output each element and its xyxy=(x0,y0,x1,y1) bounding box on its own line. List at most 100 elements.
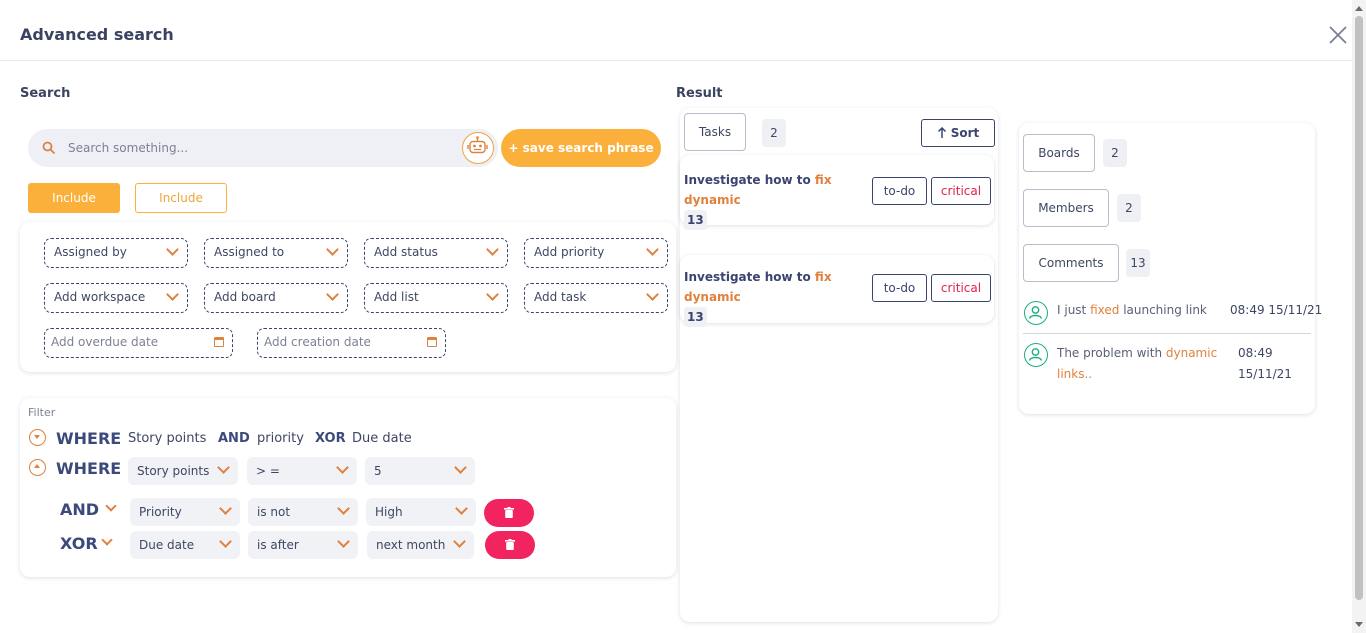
tasks-tab[interactable]: Tasks xyxy=(684,113,746,151)
and-keyword[interactable]: AND xyxy=(60,500,99,519)
add-workspace-dropdown[interactable]: Add workspace xyxy=(44,283,188,313)
task-title[interactable]: Investigate how to fix dynamic 13 xyxy=(684,170,869,230)
delete-xor-condition-button[interactable] xyxy=(485,531,535,559)
task-highlight-1: fix xyxy=(814,173,832,187)
add-status-label: Add status xyxy=(374,245,438,259)
summary-field-1: Story points xyxy=(128,431,207,446)
comment-text[interactable]: I just fixed launching link xyxy=(1057,300,1207,321)
vertical-scrollbar[interactable] xyxy=(1352,0,1366,633)
calendar-icon[interactable] xyxy=(427,337,437,347)
dialog-header: Advanced search xyxy=(0,0,1352,61)
where-field-value: Story points xyxy=(137,464,210,478)
close-icon[interactable] xyxy=(1327,24,1349,46)
task-priority-tag[interactable]: critical xyxy=(931,274,991,302)
scroll-thumb[interactable] xyxy=(1355,16,1363,600)
task-highlight-1: fix xyxy=(814,270,832,284)
summary-op-xor: XOR xyxy=(315,431,346,446)
comment-text-end: launching link xyxy=(1119,303,1207,317)
where-operator-value: > = xyxy=(256,464,280,478)
chevron-down-icon xyxy=(166,243,179,256)
chevron-down-icon xyxy=(337,502,350,515)
sort-button[interactable]: Sort xyxy=(921,119,995,147)
search-bar[interactable] xyxy=(28,129,498,167)
summary-field-3: Due date xyxy=(352,431,412,446)
boards-tab[interactable]: Boards xyxy=(1023,134,1095,172)
calendar-icon[interactable] xyxy=(214,337,224,347)
and-operator-value: is not xyxy=(257,505,291,519)
filter-label: Filter xyxy=(28,406,56,419)
xor-value: next month xyxy=(376,538,446,552)
chevron-down-icon xyxy=(337,535,350,548)
scroll-down-icon[interactable] xyxy=(1355,622,1363,627)
chevron-down-icon xyxy=(336,461,349,474)
where-value-select[interactable]: 5 xyxy=(365,457,475,485)
assigned-by-dropdown[interactable]: Assigned by xyxy=(44,238,188,268)
boards-count: 2 xyxy=(1103,139,1127,167)
add-priority-dropdown[interactable]: Add priority xyxy=(524,238,668,268)
creation-date-placeholder: Add creation date xyxy=(264,335,371,349)
where-field-select[interactable]: Story points xyxy=(128,457,238,485)
chevron-down-icon xyxy=(455,502,468,515)
add-task-dropdown[interactable]: Add task xyxy=(524,283,668,313)
and-value-select[interactable]: High xyxy=(366,498,476,526)
chevron-down-icon xyxy=(646,288,659,301)
xor-value-select[interactable]: next month xyxy=(367,531,474,559)
include-button-active[interactable]: Include xyxy=(28,183,120,213)
comment-text[interactable]: The problem with dynamic links.. xyxy=(1057,343,1227,385)
add-status-dropdown[interactable]: Add status xyxy=(364,238,508,268)
chevron-down-icon xyxy=(326,288,339,301)
robot-assistant-button[interactable] xyxy=(462,132,494,164)
chevron-down-icon xyxy=(486,288,499,301)
xor-field-select[interactable]: Due date xyxy=(130,531,240,559)
add-list-label: Add list xyxy=(374,290,419,304)
search-section-label: Search xyxy=(20,86,71,101)
comments-tab[interactable]: Comments xyxy=(1023,244,1119,282)
creation-date-input[interactable]: Add creation date xyxy=(257,328,446,358)
user-icon xyxy=(1024,343,1048,367)
chevron-down-icon xyxy=(486,243,499,256)
add-list-dropdown[interactable]: Add list xyxy=(364,283,508,313)
and-field-value: Priority xyxy=(139,505,182,519)
dialog-title: Advanced search xyxy=(20,25,174,44)
task-number: 13 xyxy=(684,307,707,327)
caret-up-icon xyxy=(33,464,40,468)
overdue-date-input[interactable]: Add overdue date xyxy=(44,328,233,358)
xor-operator-select[interactable]: is after xyxy=(248,531,358,559)
trash-icon xyxy=(504,507,514,518)
chevron-down-icon xyxy=(326,243,339,256)
chevron-down-icon xyxy=(454,461,467,474)
comment-timestamp: 08:49 15/11/21 xyxy=(1238,343,1292,385)
task-number: 13 xyxy=(684,210,707,230)
assigned-to-label: Assigned to xyxy=(214,245,285,259)
scroll-up-icon[interactable] xyxy=(1355,6,1363,11)
search-icon xyxy=(42,141,56,155)
search-input[interactable] xyxy=(68,138,448,158)
comment-text-start: I just xyxy=(1057,303,1091,317)
and-operator-select[interactable]: is not xyxy=(248,498,358,526)
include-button-outline[interactable]: Include xyxy=(135,183,227,213)
task-priority-tag[interactable]: critical xyxy=(931,177,991,205)
xor-keyword[interactable]: XOR xyxy=(60,534,98,553)
task-highlight-2: dynamic xyxy=(684,290,741,304)
comment-divider xyxy=(1023,333,1311,334)
chevron-down-icon xyxy=(219,535,232,548)
members-tab[interactable]: Members xyxy=(1023,189,1109,227)
task-title[interactable]: Investigate how to fix dynamic 13 xyxy=(684,267,869,327)
overdue-date-placeholder: Add overdue date xyxy=(51,335,159,349)
robot-icon xyxy=(467,136,488,154)
chevron-down-icon xyxy=(646,243,659,256)
expand-toggle[interactable] xyxy=(29,459,46,476)
assigned-by-label: Assigned by xyxy=(54,245,127,259)
comment-highlight: dynamic xyxy=(1165,346,1218,360)
where-operator-select[interactable]: > = xyxy=(247,457,357,485)
collapse-toggle[interactable] xyxy=(29,429,46,446)
task-status-tag[interactable]: to-do xyxy=(872,177,927,205)
chevron-down-icon xyxy=(453,535,466,548)
save-search-phrase-button[interactable]: + save search phrase xyxy=(501,129,661,167)
delete-and-condition-button[interactable] xyxy=(484,499,534,527)
task-status-tag[interactable]: to-do xyxy=(872,274,927,302)
add-board-dropdown[interactable]: Add board xyxy=(204,283,348,313)
and-field-select[interactable]: Priority xyxy=(130,498,240,526)
where-keyword-summary: WHERE xyxy=(56,429,122,448)
assigned-to-dropdown[interactable]: Assigned to xyxy=(204,238,348,268)
